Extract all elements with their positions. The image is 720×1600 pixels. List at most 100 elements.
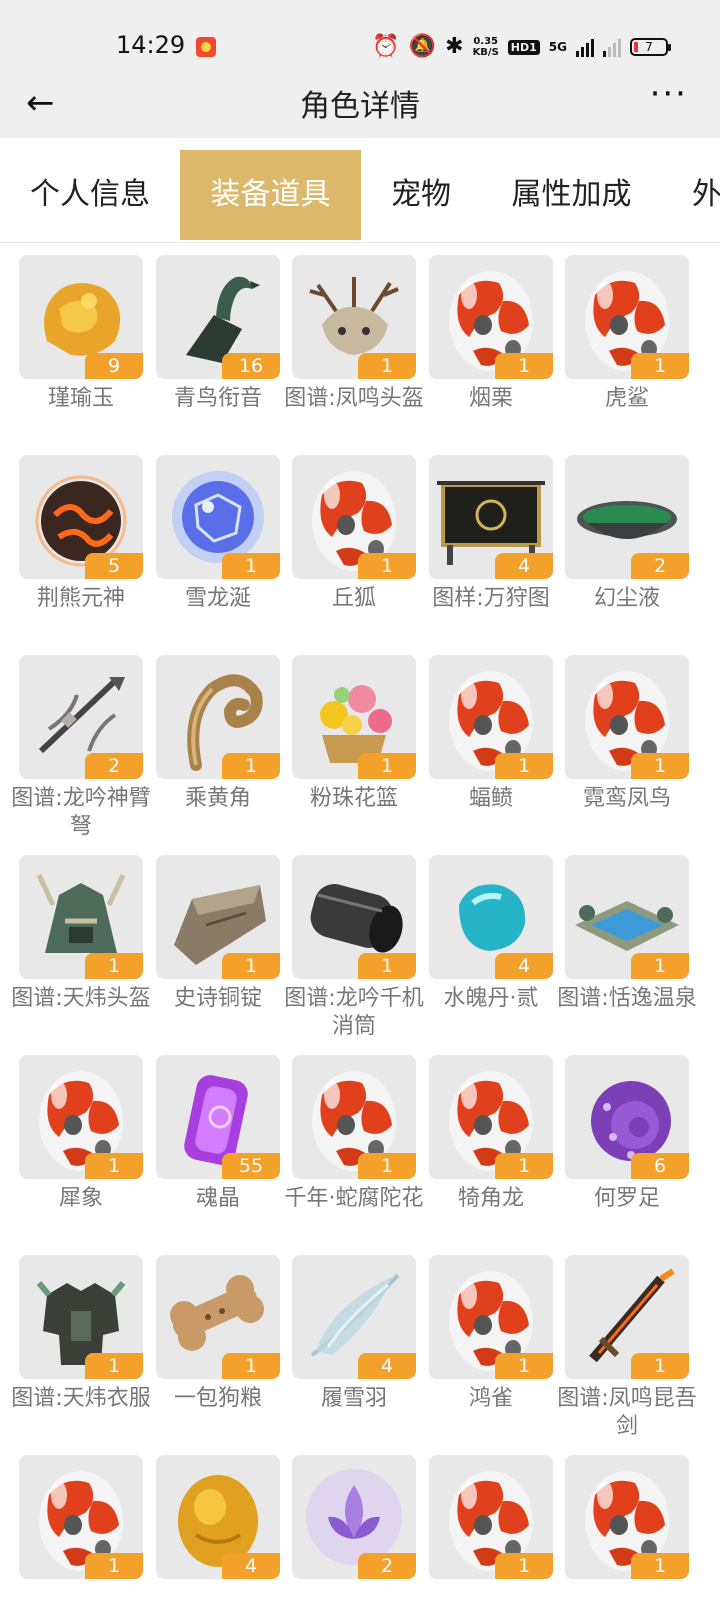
- item-name: 瑾瑜玉: [47, 386, 114, 411]
- item-count-badge: 1: [631, 1353, 689, 1379]
- item-thumbnail: 1: [156, 855, 280, 979]
- more-options-icon[interactable]: ···: [650, 74, 688, 114]
- tab-equipment-items[interactable]: 装备道具: [180, 150, 361, 240]
- item-count-badge: 1: [495, 1553, 553, 1579]
- item-count-badge: 4: [222, 1553, 280, 1579]
- battery-icon: 7: [630, 38, 671, 56]
- item-name: 图谱:恬逸温泉: [557, 986, 697, 1011]
- tab-bar: 个人信息 装备道具 宠物 属性加成 外: [0, 138, 720, 243]
- item-name: 图谱:凤鸣昆吾剑: [557, 1386, 697, 1439]
- item-thumbnail: 1: [565, 1255, 689, 1379]
- item-thumbnail: 2: [19, 655, 143, 779]
- item-name: 雪龙涎: [184, 586, 251, 611]
- item-name: 何罗足: [593, 1186, 660, 1211]
- item-name: 幻尘液: [593, 586, 660, 611]
- item-count-badge: 2: [358, 1553, 416, 1579]
- network-speed: 0.35 KB/S: [473, 36, 499, 58]
- page-title: 角色详情: [300, 89, 420, 124]
- item-thumbnail: 2: [565, 455, 689, 579]
- item-name: 虎鲨: [604, 386, 649, 411]
- item-thumbnail: 1: [19, 1455, 143, 1579]
- item-count-badge: 1: [222, 753, 280, 779]
- item-count-badge: 1: [85, 1153, 143, 1179]
- item-count-badge: 1: [631, 353, 689, 379]
- item-thumbnail: 6: [565, 1055, 689, 1179]
- item-name: 图谱:天炜衣服: [11, 1386, 151, 1411]
- hd-icon: HD1: [507, 39, 540, 55]
- signal-5g-icon: [576, 37, 594, 57]
- item-name: 魂晶: [195, 1186, 240, 1211]
- item-count-badge: 2: [631, 553, 689, 579]
- item-thumbnail: 1: [565, 855, 689, 979]
- item-name: 乘黄角: [184, 786, 251, 811]
- item-name: 图谱:龙吟神臂弩: [11, 786, 151, 839]
- item-count-badge: 1: [85, 1553, 143, 1579]
- item-thumbnail: 1: [565, 655, 689, 779]
- item-count-badge: 1: [358, 753, 416, 779]
- network-speed-unit: KB/S: [472, 47, 499, 58]
- item-count-badge: 5: [85, 553, 143, 579]
- item-count-badge: 55: [222, 1153, 280, 1179]
- item-thumbnail: 9: [19, 255, 143, 379]
- item-thumbnail: 1: [429, 1455, 553, 1579]
- item-name: 水魄丹·贰: [443, 986, 539, 1011]
- app-header: ← 角色详情 ···: [0, 74, 720, 138]
- item-thumbnail: 1: [565, 255, 689, 379]
- tab-attribute-bonus[interactable]: 属性加成: [481, 150, 662, 240]
- item-count-badge: 2: [85, 753, 143, 779]
- item-count-badge: 1: [358, 1153, 416, 1179]
- item-thumbnail: 1: [19, 1255, 143, 1379]
- signal-5g-label: 5G: [548, 40, 567, 54]
- item-count-badge: 6: [631, 1153, 689, 1179]
- item-name: 犀象: [58, 1186, 103, 1211]
- item-count-badge: 1: [358, 953, 416, 979]
- item-name: 粉珠花篮: [309, 786, 398, 811]
- item-count-badge: 1: [631, 753, 689, 779]
- item-thumbnail: 1: [19, 1055, 143, 1179]
- item-thumbnail: 4: [429, 855, 553, 979]
- tab-pets[interactable]: 宠物: [361, 150, 481, 240]
- bluetooth-icon: ✱: [445, 34, 464, 59]
- item-thumbnail: 5: [19, 455, 143, 579]
- item-name: 青鸟衔音: [173, 386, 262, 411]
- item-name: 霓鸾凤鸟: [582, 786, 671, 811]
- alarm-icon: ⏰: [372, 34, 400, 59]
- item-thumbnail: 1: [156, 1255, 280, 1379]
- status-bar: 14:29 ⏰ 🔕 ✱ 0.35 KB/S HD1 5G 7: [0, 0, 720, 90]
- item-thumbnail: 2: [292, 1455, 416, 1579]
- item-name: 千年·蛇腐陀花: [284, 1186, 424, 1211]
- item-thumbnail: 4: [156, 1455, 280, 1579]
- item-name: 履雪羽: [320, 1386, 387, 1411]
- item-name: 一包狗粮: [173, 1386, 262, 1411]
- item-count-badge: 1: [358, 353, 416, 379]
- item-thumbnail: 1: [292, 855, 416, 979]
- item-count-badge: 9: [85, 353, 143, 379]
- app-notification-icon: [196, 37, 216, 57]
- item-name: 图谱:天炜头盔: [11, 986, 151, 1011]
- tab-personal-info[interactable]: 个人信息: [0, 150, 180, 240]
- item-thumbnail: 1: [292, 655, 416, 779]
- tab-more-cut[interactable]: 外: [692, 150, 720, 240]
- item-thumbnail: 1: [156, 455, 280, 579]
- item-count-badge: 1: [495, 1353, 553, 1379]
- item-thumbnail: 55: [156, 1055, 280, 1179]
- item-name: 史诗铜锭: [173, 986, 262, 1011]
- item-thumbnail: 1: [292, 455, 416, 579]
- item-thumbnail: 4: [292, 1255, 416, 1379]
- item-name: 图样:万狩图: [432, 586, 550, 611]
- item-thumbnail: 4: [429, 455, 553, 579]
- item-count-badge: 1: [358, 553, 416, 579]
- signal-2-icon: [603, 37, 621, 57]
- item-count-badge: 1: [222, 553, 280, 579]
- item-name: 鸿雀: [468, 1386, 513, 1411]
- item-count-badge: 1: [631, 1553, 689, 1579]
- item-thumbnail: 1: [156, 655, 280, 779]
- item-thumbnail: 1: [19, 855, 143, 979]
- network-speed-value: 0.35: [473, 36, 499, 47]
- item-name: 图谱:龙吟千机消筒: [284, 986, 424, 1039]
- item-thumbnail: 1: [292, 255, 416, 379]
- item-thumbnail: 1: [292, 1055, 416, 1179]
- item-count-badge: 1: [85, 953, 143, 979]
- item-name: 丘狐: [331, 586, 376, 611]
- item-thumbnail: 1: [429, 255, 553, 379]
